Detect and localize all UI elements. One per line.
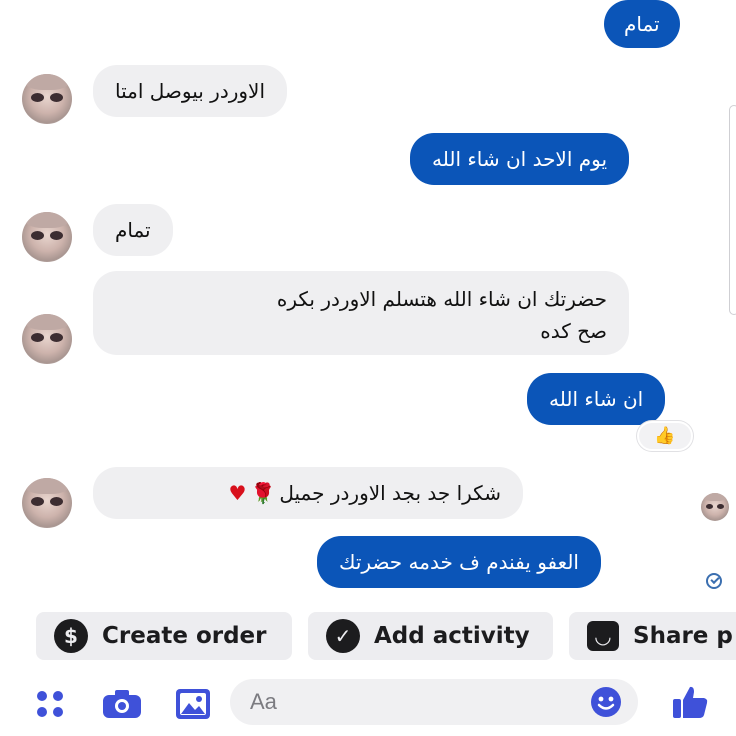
create-order-label: Create order	[102, 623, 267, 649]
contact-avatar[interactable]	[22, 478, 72, 528]
thumbs-up-reaction-icon: 👍	[654, 426, 676, 446]
thumbs-up-icon[interactable]	[670, 682, 710, 722]
emoji-icon[interactable]	[590, 686, 622, 718]
message-composer[interactable]	[230, 679, 638, 725]
share-label: Share p	[633, 623, 733, 649]
outgoing-message[interactable]: يوم الاحد ان شاء الله	[410, 133, 630, 185]
message-input[interactable]	[250, 687, 580, 717]
outgoing-message[interactable]: ان شاء الله	[527, 373, 666, 425]
contact-avatar[interactable]	[22, 74, 72, 124]
message-text: شكرا جد بجد الاوردر جميل	[279, 481, 501, 505]
seen-avatar	[701, 493, 729, 521]
add-activity-label: Add activity	[374, 623, 530, 649]
camera-icon[interactable]	[100, 686, 144, 722]
add-activity-button[interactable]: ✓ Add activity	[308, 612, 553, 660]
outgoing-message[interactable]: العفو يفندم ف خدمه حضرتك	[317, 536, 601, 588]
heart-emoji-icon: ♥	[228, 481, 247, 505]
contact-avatar[interactable]	[22, 314, 72, 364]
contact-avatar[interactable]	[22, 212, 72, 262]
shopping-bag-icon: ◡	[587, 621, 619, 651]
incoming-message[interactable]: حضرتك ان شاء الله هتسلم الاوردر بكره صح …	[93, 271, 629, 355]
create-order-button[interactable]: $ Create order	[36, 612, 292, 660]
scrollbar[interactable]	[729, 105, 736, 315]
incoming-message[interactable]: شكرا جد بجد الاوردر جميل 🌹 ♥	[93, 467, 523, 519]
share-button[interactable]: ◡ Share p	[569, 612, 736, 660]
apps-icon[interactable]	[32, 686, 68, 722]
gallery-icon[interactable]	[173, 684, 213, 724]
delivered-check-icon	[706, 573, 722, 589]
check-circle-icon: ✓	[326, 619, 360, 653]
outgoing-message[interactable]: تمام	[604, 0, 680, 48]
incoming-message[interactable]: تمام	[93, 204, 173, 256]
reaction-badge[interactable]: 👍	[637, 421, 693, 451]
incoming-message[interactable]: الاوردر بيوصل امتا	[93, 65, 288, 117]
dollar-icon: $	[54, 619, 88, 653]
rose-emoji-icon: 🌹	[250, 481, 276, 505]
